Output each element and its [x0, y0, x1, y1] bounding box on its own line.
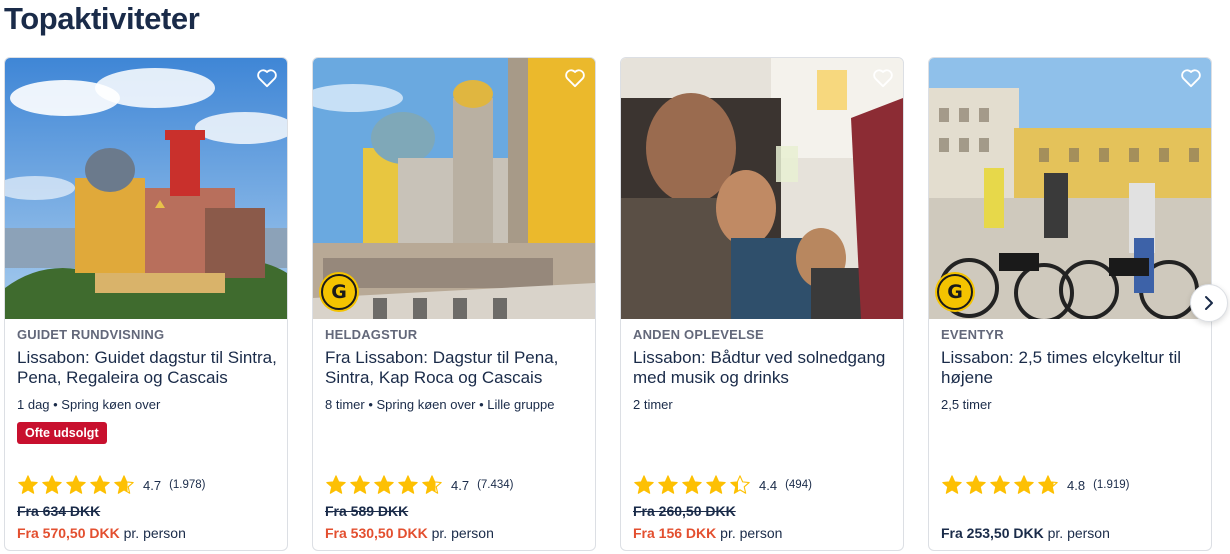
rating-count: (494)	[785, 479, 812, 491]
current-price: Fra 570,50 DKK	[17, 525, 120, 541]
rating-value: 4.7	[143, 477, 162, 493]
rating-row: 4.7 (7.434)	[325, 472, 585, 498]
old-price: Fra 589 DKK	[325, 503, 409, 519]
rating-value: 4.7	[451, 477, 470, 493]
star-rating	[17, 474, 135, 496]
star-icon	[1014, 475, 1034, 494]
rating-row: 4.7 (1.978)	[17, 472, 277, 498]
current-price: Fra 253,50 DKK	[941, 525, 1044, 541]
card-title[interactable]: Lissabon: Bådtur ved solnedgang med musi…	[633, 348, 893, 388]
card-category: GUIDET RUNDVISNING	[17, 327, 165, 342]
current-price: Fra 156 DKK	[633, 525, 717, 541]
heart-outline-icon[interactable]	[871, 66, 895, 90]
card-category: HELDAGSTUR	[325, 327, 418, 342]
price-row: Fra 156 DKK pr. person	[633, 524, 893, 542]
star-icon	[1038, 475, 1058, 494]
section-title: Topaktiviteter	[4, 1, 200, 36]
star-icon	[326, 475, 346, 494]
card-title[interactable]: Fra Lissabon: Dagstur til Pena, Sintra, …	[325, 348, 585, 388]
price-row: Fra 253,50 DKK pr. person	[941, 524, 1201, 542]
old-price: Fra 634 DKK	[17, 503, 101, 519]
heart-outline-icon[interactable]	[563, 66, 587, 90]
per-person-label: pr. person	[720, 525, 783, 541]
per-person-label: pr. person	[123, 525, 186, 541]
card-meta: 8 timer • Spring køen over • Lille grupp…	[325, 397, 555, 412]
star-icon	[682, 475, 702, 494]
current-price: Fra 530,50 DKK	[325, 525, 428, 541]
badge-letter: G	[947, 280, 963, 303]
star-icon	[374, 475, 394, 494]
star-icon	[42, 475, 62, 494]
star-rating	[325, 474, 443, 496]
badge-letter: G	[331, 280, 347, 303]
getyourguide-original-badge: G	[937, 274, 973, 310]
star-icon	[398, 475, 418, 494]
old-price: Fra 260,50 DKK	[633, 503, 736, 519]
activity-image	[929, 58, 1211, 319]
rating-count: (7.434)	[477, 479, 514, 491]
activity-card[interactable]: G HELDAGSTUR Fra Lissabon: Dagstur til P…	[312, 57, 596, 551]
rating-count: (1.919)	[1093, 479, 1130, 491]
star-icon	[706, 475, 726, 494]
card-title[interactable]: Lissabon: 2,5 times elcykeltur til højen…	[941, 348, 1201, 388]
activity-image	[313, 58, 595, 319]
price-row: Fra 570,50 DKK pr. person	[17, 524, 277, 542]
price-row: Fra 530,50 DKK pr. person	[325, 524, 585, 542]
star-icon	[422, 475, 442, 494]
star-icon	[942, 475, 962, 494]
heart-outline-icon[interactable]	[255, 66, 279, 90]
star-icon	[990, 475, 1010, 494]
star-icon	[730, 475, 750, 494]
card-category: ANDEN OPLEVELSE	[633, 327, 764, 342]
rating-row: 4.8 (1.919)	[941, 472, 1201, 498]
star-icon	[658, 475, 678, 494]
activity-carousel: GUIDET RUNDVISNING Lissabon: Guidet dags…	[4, 57, 1212, 551]
star-icon	[114, 475, 134, 494]
heart-outline-icon[interactable]	[1179, 66, 1203, 90]
card-meta: 1 dag • Spring køen over	[17, 397, 161, 412]
star-icon	[90, 475, 110, 494]
per-person-label: pr. person	[431, 525, 494, 541]
star-rating	[633, 474, 751, 496]
star-icon	[350, 475, 370, 494]
activity-image	[621, 58, 903, 319]
card-meta: 2 timer	[633, 397, 673, 412]
activity-card[interactable]: GUIDET RUNDVISNING Lissabon: Guidet dags…	[4, 57, 288, 551]
card-title[interactable]: Lissabon: Guidet dagstur til Sintra, Pen…	[17, 348, 277, 388]
rating-count: (1.978)	[169, 479, 206, 491]
carousel-next-button[interactable]	[1190, 284, 1228, 322]
star-icon	[66, 475, 86, 494]
card-category: EVENTYR	[941, 327, 1004, 342]
star-icon	[966, 475, 986, 494]
rating-value: 4.8	[1067, 477, 1086, 493]
rating-value: 4.4	[759, 477, 778, 493]
activity-image	[5, 58, 287, 319]
star-rating	[941, 474, 1059, 496]
activity-card[interactable]: G EVENTYR Lissabon: 2,5 times elcykeltur…	[928, 57, 1212, 551]
star-icon	[18, 475, 38, 494]
activity-card[interactable]: ANDEN OPLEVELSE Lissabon: Bådtur ved sol…	[620, 57, 904, 551]
getyourguide-original-badge: G	[321, 274, 357, 310]
star-icon	[634, 475, 654, 494]
chevron-right-icon	[1205, 296, 1213, 310]
often-sold-out-badge: Ofte udsolgt	[17, 422, 107, 444]
rating-row: 4.4 (494)	[633, 472, 893, 498]
per-person-label: pr. person	[1047, 525, 1110, 541]
card-meta: 2,5 timer	[941, 397, 992, 412]
